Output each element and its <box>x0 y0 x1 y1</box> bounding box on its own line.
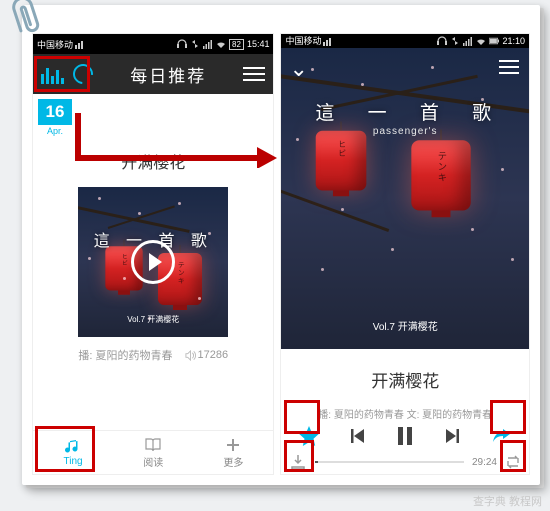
track-meta: 播: 夏阳的药物青春 文: 夏阳的药物青春 <box>318 406 492 421</box>
wifi-icon <box>476 36 486 46</box>
album-subtitle: Vol.7 开满樱花 <box>78 314 228 325</box>
sync-icon <box>450 36 460 46</box>
player-controls <box>281 421 529 451</box>
tab-label: 阅读 <box>143 454 163 469</box>
prev-button[interactable] <box>342 421 372 451</box>
tab-bar: Ting 阅读 更多 <box>33 430 273 474</box>
pause-button[interactable] <box>390 421 420 451</box>
menu-icon[interactable] <box>243 67 265 81</box>
next-button[interactable] <box>438 421 468 451</box>
date-month: Apr. <box>38 125 72 137</box>
music-icon <box>64 439 82 455</box>
loop-icon[interactable] <box>505 455 521 469</box>
back-chevron-icon[interactable]: ⌄ <box>289 56 307 82</box>
play-button[interactable] <box>131 240 175 284</box>
nav-title: 每日推荐 <box>93 62 243 87</box>
download-icon[interactable] <box>289 453 307 471</box>
hero-image: ヒビ テンキ ⌄ 這 一 首 歌 passenger's Vol.7 开满樱花 <box>281 48 529 349</box>
paperclip-icon <box>7 0 49 42</box>
plays-count: 17286 <box>198 349 229 361</box>
status-bar: 中国移动 82 15:41 <box>33 34 273 54</box>
sound-icon <box>185 350 196 361</box>
duration-label: 29:24 <box>472 457 497 468</box>
time-label: 21:10 <box>502 36 525 46</box>
wifi-icon <box>216 39 226 49</box>
plus-icon <box>224 437 242 453</box>
book-icon <box>144 437 162 453</box>
progress-bar[interactable] <box>315 461 464 463</box>
album-art[interactable]: ヒビ テンキ 這 一 首 歌 Vol.7 开满樱花 <box>78 187 228 337</box>
headphone-icon <box>437 36 447 46</box>
hero-caption: Vol.7 开满樱花 <box>281 318 529 333</box>
date-day: 16 <box>38 99 72 125</box>
sync-icon <box>190 39 200 49</box>
date-badge[interactable]: 16 Apr. <box>38 99 72 137</box>
tab-read[interactable]: 阅读 <box>113 431 193 474</box>
headphone-icon <box>177 39 187 49</box>
hero-subtitle: passenger's <box>281 126 529 137</box>
left-screenshot: 中国移动 82 15:41 每日推荐 16 Apr. <box>32 33 274 475</box>
track-title: 开满樱花 <box>371 367 439 392</box>
tab-label: Ting <box>64 456 83 467</box>
watermark: 查字典 教程网 <box>473 493 542 509</box>
nav-bar: 每日推荐 <box>33 54 273 94</box>
tab-ting[interactable]: Ting <box>33 431 113 474</box>
hero-title: 這 一 首 歌 <box>281 98 529 125</box>
track-title: 开满樱花 <box>121 149 185 173</box>
time-label: 15:41 <box>247 39 270 49</box>
favorite-button[interactable] <box>294 421 324 451</box>
battery-icon <box>489 36 499 46</box>
equalizer-icon[interactable] <box>41 64 71 84</box>
tab-more[interactable]: 更多 <box>193 431 273 474</box>
signal-icon <box>463 36 473 46</box>
author-label: 播: 夏阳的药物青春 <box>78 347 172 363</box>
tab-label: 更多 <box>223 454 243 469</box>
menu-icon[interactable] <box>499 60 519 74</box>
status-bar: 中国移动 21:10 <box>281 34 529 48</box>
share-button[interactable] <box>486 421 516 451</box>
progress-row: 29:24 <box>281 451 529 474</box>
carrier-label: 中国移动 <box>285 34 321 47</box>
signal-icon <box>203 39 213 49</box>
right-screenshot: 中国移动 21:10 ヒビ テンキ ⌄ 這 一 首 <box>280 33 530 475</box>
battery-label: 82 <box>229 39 244 50</box>
